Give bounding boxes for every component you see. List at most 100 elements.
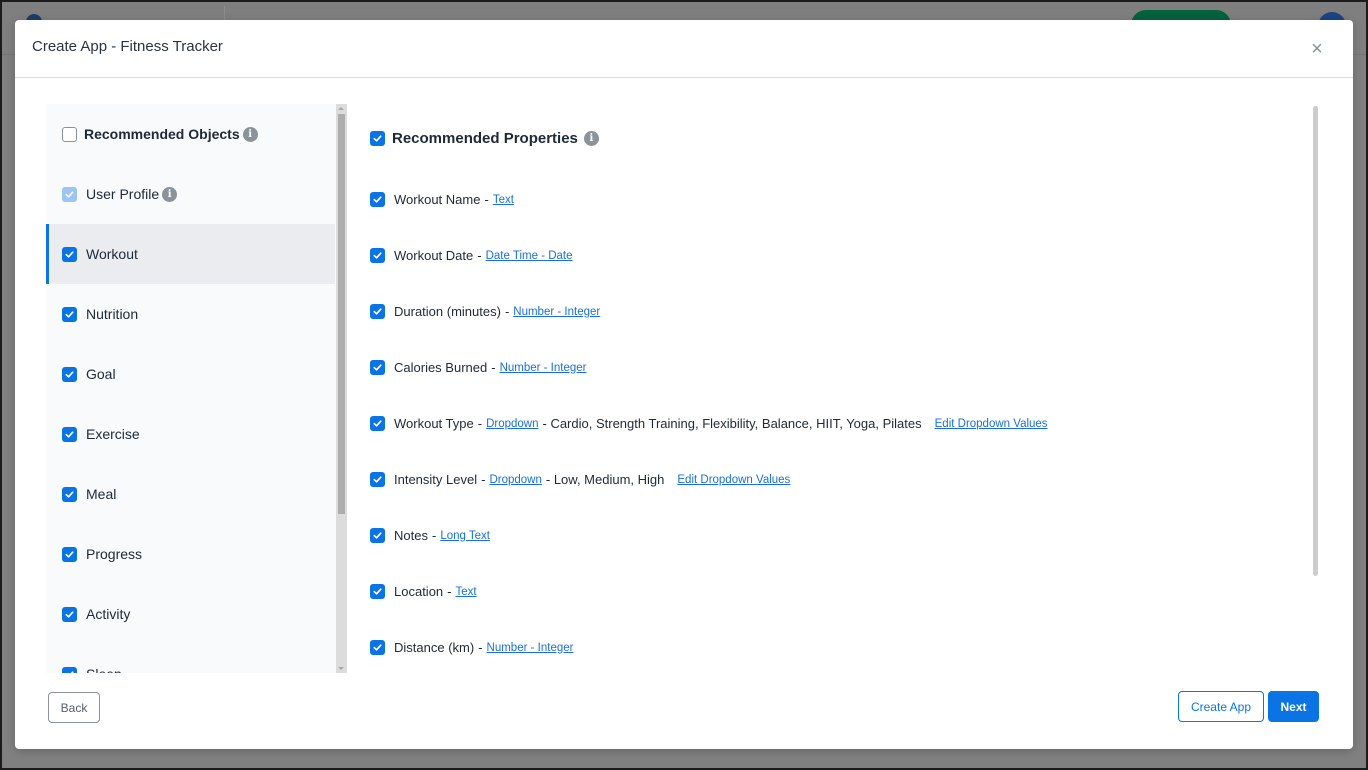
create-app-button[interactable]: Create App <box>1178 691 1264 722</box>
separator: - <box>504 304 510 319</box>
property-checkbox[interactable] <box>370 472 385 487</box>
property-checkbox[interactable] <box>370 360 385 375</box>
property-row: Calories Burned - Number - Integer <box>370 360 587 375</box>
property-type-link[interactable]: Long Text <box>440 530 490 542</box>
checkmark-icon <box>373 644 382 651</box>
property-row: Location - Text <box>370 584 477 599</box>
sidebar-item-label: Nutrition <box>86 306 139 322</box>
property-row: Intensity Level - Dropdown - Low, Medium, H… <box>370 472 790 487</box>
property-type-link[interactable]: Number - Integer <box>487 642 574 654</box>
property-type-link[interactable]: Date Time - Date <box>486 250 573 262</box>
next-button[interactable]: Next <box>1268 691 1319 722</box>
checkmark-icon <box>373 252 382 259</box>
sidebar-item-workout[interactable]: Workout <box>46 224 335 284</box>
scroll-up-arrow-icon[interactable] <box>338 107 344 110</box>
object-checkbox[interactable] <box>62 366 77 382</box>
property-checkbox[interactable] <box>370 304 385 319</box>
property-name: Notes <box>394 528 428 543</box>
checkmark-icon <box>373 196 382 203</box>
object-checkbox[interactable] <box>62 306 77 322</box>
close-icon[interactable]: × <box>1307 39 1327 59</box>
sidebar-item-label: Meal <box>86 486 117 502</box>
sidebar-item-label: Workout <box>86 246 138 262</box>
property-name: Calories Burned <box>394 360 488 375</box>
modal-title: Create App - Fitness Tracker <box>32 38 223 55</box>
property-type-link[interactable]: Dropdown <box>489 474 541 486</box>
property-type-link[interactable]: Number - Integer <box>513 306 600 318</box>
checkmark-icon <box>373 135 382 142</box>
sidebar-item-progress[interactable]: Progress <box>46 524 335 584</box>
checkmark-icon <box>373 364 382 371</box>
property-name: Workout Name <box>394 192 481 207</box>
property-checkbox[interactable] <box>370 416 385 431</box>
object-checkbox[interactable] <box>62 246 77 262</box>
property-checkbox[interactable] <box>370 584 385 599</box>
sidebar-item-user-profile[interactable]: User Profile i <box>46 164 335 224</box>
recommended-properties-checkbox[interactable] <box>370 131 385 146</box>
recommended-objects-checkbox[interactable] <box>62 126 77 142</box>
property-type-link[interactable]: Number - Integer <box>500 362 587 374</box>
property-row: Workout Name - Text <box>370 192 514 207</box>
property-row: Workout Type - Dropdown - Cardio, Strength … <box>370 416 1048 431</box>
checkmark-icon <box>373 420 382 427</box>
scroll-down-arrow-icon[interactable] <box>338 667 344 670</box>
info-icon[interactable]: i <box>242 126 258 142</box>
property-name: Workout Type <box>394 416 474 431</box>
checkmark-icon <box>65 490 74 498</box>
property-type-link[interactable]: Text <box>493 194 514 206</box>
dropdown-values: - Low, Medium, High <box>545 472 665 487</box>
sidebar-item-label: Progress <box>86 546 143 562</box>
sidebar-item-exercise[interactable]: Exercise <box>46 404 335 464</box>
recommended-objects-label: Recommended Objects <box>84 126 240 142</box>
property-row: Notes - Long Text <box>370 528 490 543</box>
edit-dropdown-values-link[interactable]: Edit Dropdown Values <box>935 418 1048 430</box>
object-checkbox[interactable] <box>62 486 77 502</box>
property-checkbox[interactable] <box>370 528 385 543</box>
edit-dropdown-values-link[interactable]: Edit Dropdown Values <box>677 474 790 486</box>
recommended-objects-header[interactable]: Recommended Objects i <box>46 104 335 164</box>
properties-scrollbar[interactable] <box>1313 106 1318 576</box>
object-checkbox[interactable] <box>62 606 77 622</box>
property-row: Distance (km) - Number - Integer <box>370 640 573 655</box>
recommended-properties-header[interactable]: Recommended Properties i <box>370 130 599 147</box>
object-checkbox <box>62 186 77 202</box>
property-checkbox[interactable] <box>370 192 385 207</box>
separator: - <box>447 584 452 599</box>
separator: - <box>491 360 496 375</box>
checkmark-icon <box>373 476 382 483</box>
checkmark-icon <box>65 370 74 378</box>
sidebar-item-sleep[interactable]: Sleep <box>46 644 335 673</box>
separator: - <box>484 192 489 207</box>
back-button[interactable]: Back <box>48 692 100 723</box>
separator: - <box>431 528 437 543</box>
separator: - <box>477 248 482 263</box>
recommended-properties-label: Recommended Properties <box>392 130 578 147</box>
sidebar-item-label: Exercise <box>86 426 140 442</box>
sidebar-item-label: User Profile <box>86 186 160 202</box>
object-checkbox[interactable] <box>62 426 77 442</box>
checkmark-icon <box>65 610 74 618</box>
info-icon[interactable]: i <box>162 186 178 202</box>
dropdown-values: - Cardio, Strength Training, Flexibility… <box>542 416 922 431</box>
property-name: Duration (minutes) <box>394 304 501 319</box>
object-checkbox[interactable] <box>62 546 77 562</box>
info-icon[interactable]: i <box>583 131 599 146</box>
checkmark-icon <box>373 588 382 595</box>
property-checkbox[interactable] <box>370 640 385 655</box>
sidebar-item-label: Activity <box>86 606 131 622</box>
sidebar-scrollbar[interactable] <box>336 104 347 673</box>
property-name: Location <box>394 584 444 599</box>
property-type-link[interactable]: Text <box>456 586 477 598</box>
sidebar-item-label: Sleep <box>86 666 122 673</box>
checkmark-icon <box>65 430 74 438</box>
sidebar-item-meal[interactable]: Meal <box>46 464 335 524</box>
sidebar-item-nutrition[interactable]: Nutrition <box>46 284 335 344</box>
objects-sidebar: Recommended Objects i User Profile i Worko… <box>46 104 347 673</box>
sidebar-scroll-thumb[interactable] <box>338 114 345 514</box>
sidebar-item-activity[interactable]: Activity <box>46 584 335 644</box>
separator: - <box>481 472 486 487</box>
property-type-link[interactable]: Dropdown <box>486 418 538 430</box>
object-checkbox[interactable] <box>62 666 77 673</box>
property-checkbox[interactable] <box>370 248 385 263</box>
sidebar-item-goal[interactable]: Goal <box>46 344 335 404</box>
